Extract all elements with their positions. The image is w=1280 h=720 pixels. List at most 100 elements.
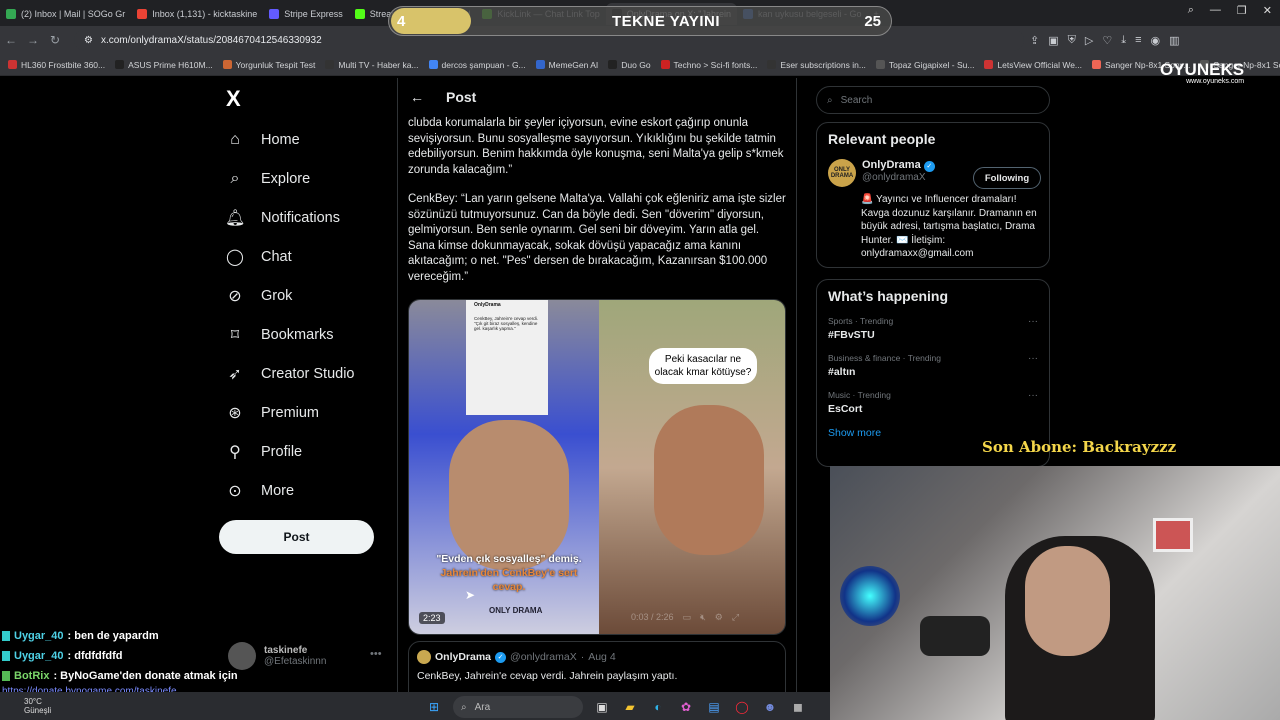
bookmark-item[interactable]: ASUS Prime H610M... <box>115 60 213 70</box>
chat-message: BotRix: ByNoGame'den donate atmak için <box>2 666 238 686</box>
more-icon: ⊙ <box>228 482 242 500</box>
play-icon[interactable]: ▷ <box>1085 34 1093 47</box>
sidebar-item-profile[interactable]: ⚲ Profile <box>225 432 355 471</box>
task-view-icon[interactable]: ▣ <box>593 698 611 716</box>
bookmark-favicon-icon <box>8 60 17 69</box>
restore-icon[interactable]: ❐ <box>1237 4 1247 17</box>
screenshot-icon[interactable]: ▣ <box>1048 34 1058 47</box>
browser-tab[interactable]: Stripe Express <box>263 3 349 25</box>
back-arrow-icon[interactable]: ← <box>410 89 424 105</box>
sidebar-item-notifications[interactable]: 🔔︎ Notifications <box>225 198 355 237</box>
app-icon[interactable]: ◼ <box>789 698 807 716</box>
window-controls: ⌕ — ❐ ✕ <box>1188 4 1272 17</box>
bookmark-item[interactable]: HL360 Frostbite 360... <box>8 60 105 70</box>
sidebar-item-grok[interactable]: ⊘ Grok <box>225 276 355 315</box>
relevant-person-handle: @onlydramaX <box>862 172 926 183</box>
sidebar-item-home[interactable]: ⌂ Home <box>225 120 355 159</box>
download-icon[interactable]: ⤓ <box>1121 34 1126 47</box>
windows-start-icon[interactable]: ⊞ <box>425 698 443 716</box>
sidebar-item-creator-studio[interactable]: ➶ Creator Studio <box>225 354 354 393</box>
x-logo[interactable]: X <box>226 86 241 112</box>
browser-tab[interactable]: (2) Inbox | Mail | SOGo Gr <box>0 3 131 25</box>
bookmark-favicon-icon <box>535 60 545 69</box>
webcam-streamer-face <box>1025 546 1110 656</box>
trend-item[interactable]: Sports · Trending #FBvSTU ··· <box>828 316 1038 341</box>
more-dots-icon[interactable]: ··· <box>1028 390 1038 401</box>
video-caption: "Evden çık sosyalleş" demiş. Jahrein'den… <box>429 552 589 594</box>
chat-text: : ben de yapardm <box>67 630 159 642</box>
trend-item[interactable]: Business & finance · Trending #altın ··· <box>828 353 1038 378</box>
more-dots-icon[interactable]: ••• <box>370 648 382 660</box>
more-dots-icon[interactable]: ··· <box>1028 316 1038 327</box>
webcam-microphone <box>920 616 990 656</box>
profile-icon[interactable]: ◉ <box>1151 34 1161 47</box>
opera-icon[interactable]: ◯ <box>733 698 751 716</box>
bookmark-item[interactable]: Duo Go <box>608 60 651 70</box>
mute-icon[interactable]: 🔇︎ <box>700 612 706 623</box>
account-switcher[interactable]: taskinefe @Efetaskinnn ••• <box>228 642 382 670</box>
sidebar-item-explore[interactable]: ⌕ Explore <box>225 159 355 198</box>
share-icon[interactable]: ⇪ <box>1030 34 1039 47</box>
sidebar-item-bookmarks[interactable]: ⌑ Bookmarks <box>225 315 355 354</box>
sidebar-item-chat[interactable]: ◯ Chat <box>225 237 355 276</box>
bookmark-label: Techno > Sci-fi fonts... <box>673 59 758 70</box>
video-person-left <box>449 420 569 570</box>
sidebar-item-more[interactable]: ⊙ More <box>225 471 355 510</box>
taskbar-search[interactable]: ⌕ Ara <box>453 696 583 718</box>
site-info-icon[interactable]: ⚙ <box>84 35 93 46</box>
quoted-author-name: OnlyDrama <box>435 651 492 663</box>
weather-widget[interactable]: 30°C Güneşli <box>24 697 51 715</box>
trend-item[interactable]: Music · Trending EsCort ··· <box>828 390 1038 415</box>
bookmark-item[interactable]: Yorgunluk Tespit Test <box>222 60 315 70</box>
settings-icon[interactable]: ⚙ <box>715 612 723 623</box>
inset-name: OnlyDrama <box>474 302 501 308</box>
windows-taskbar: 30°C Güneşli ⊞ ⌕ Ara ▣ ▰ ◐ ✿ ▤ ◯ ☻ ◼ <box>0 692 830 720</box>
file-explorer-icon[interactable]: ▰ <box>621 698 639 716</box>
relevant-person-name-text: OnlyDrama <box>862 159 921 171</box>
bookmark-item[interactable]: MemeGen AI <box>535 60 598 70</box>
search-tabs-icon[interactable]: ⌕ <box>1188 4 1194 17</box>
store-icon[interactable]: ▤ <box>705 698 723 716</box>
sidebar-item-premium[interactable]: ⊛ Premium <box>225 393 355 432</box>
heart-icon[interactable]: ♡ <box>1102 34 1112 47</box>
forward-icon[interactable]: → <box>22 33 44 47</box>
quoted-post-text: CenkBey, Jahrein'e cevap verdi. Jahrein … <box>417 670 678 682</box>
captions-icon[interactable]: ▭ <box>683 612 692 623</box>
discord-icon[interactable]: ☻ <box>761 698 779 716</box>
close-icon[interactable]: ✕ <box>1263 4 1272 17</box>
stream-overlay-banner: 4 TEKNE YAYINI 25 <box>388 6 892 36</box>
address-text: x.com/onlydramaX/status/2084670412546330… <box>100 34 322 46</box>
fullscreen-icon[interactable]: ⤢ <box>732 612 739 623</box>
bookmark-item[interactable]: Techno > Sci-fi fonts... <box>660 59 758 70</box>
reload-icon[interactable]: ↻ <box>44 33 66 47</box>
stream-title: TEKNE YAYINI <box>612 12 720 30</box>
sidebar-icon[interactable]: ▥ <box>1169 34 1179 47</box>
bookmark-label: HL360 Frostbite 360... <box>21 59 106 70</box>
post-button[interactable]: Post <box>219 520 374 554</box>
video-caption-line-2: Jahrein'den CenkBey'e sert cevap. <box>440 567 578 593</box>
bookmark-item[interactable]: Topaz Gigapixel - Su... <box>875 60 974 70</box>
bookmark-item[interactable]: Multi TV - Haber ka... <box>325 60 419 70</box>
back-icon[interactable]: ← <box>0 33 22 47</box>
browser-tab[interactable]: Inbox (1,131) - kicktaskine <box>131 3 263 25</box>
relevant-people-title: Relevant people <box>828 131 936 147</box>
shield-icon[interactable]: ⛨ <box>1068 34 1076 47</box>
bookmark-label: dercos şampuan - G... <box>441 59 526 70</box>
bookmark-item[interactable]: dercos şampuan - G... <box>428 59 526 70</box>
oyuneks-url: www.oyuneks.com <box>1186 78 1245 85</box>
copilot-icon[interactable]: ✿ <box>677 698 695 716</box>
stream-chat-overlay: Uygar_40: ben de yapardm Uygar_40: dfdfdf… <box>2 626 238 698</box>
search-input[interactable]: ⌕ Search <box>816 86 1050 114</box>
tab-favicon-icon <box>137 9 148 19</box>
more-dots-icon[interactable]: ··· <box>1028 353 1038 364</box>
edge-icon[interactable]: ◐ <box>649 698 667 716</box>
account-handle: @Efetaskinnn <box>264 656 327 667</box>
following-button[interactable]: Following <box>973 167 1041 189</box>
bookmark-item[interactable]: Eser subscriptions in... <box>767 60 866 70</box>
bookmark-item[interactable]: LetsView Official We... <box>984 60 1082 70</box>
chat-text: : dfdfdfdfd <box>67 650 123 662</box>
menu-icon[interactable]: ≡ <box>1135 34 1141 47</box>
minimize-icon[interactable]: — <box>1210 4 1221 17</box>
bookmark-favicon-icon <box>115 60 125 69</box>
video-player[interactable]: OnlyDrama CenkBey, Jahrein'e cevap verdi… <box>408 299 786 635</box>
